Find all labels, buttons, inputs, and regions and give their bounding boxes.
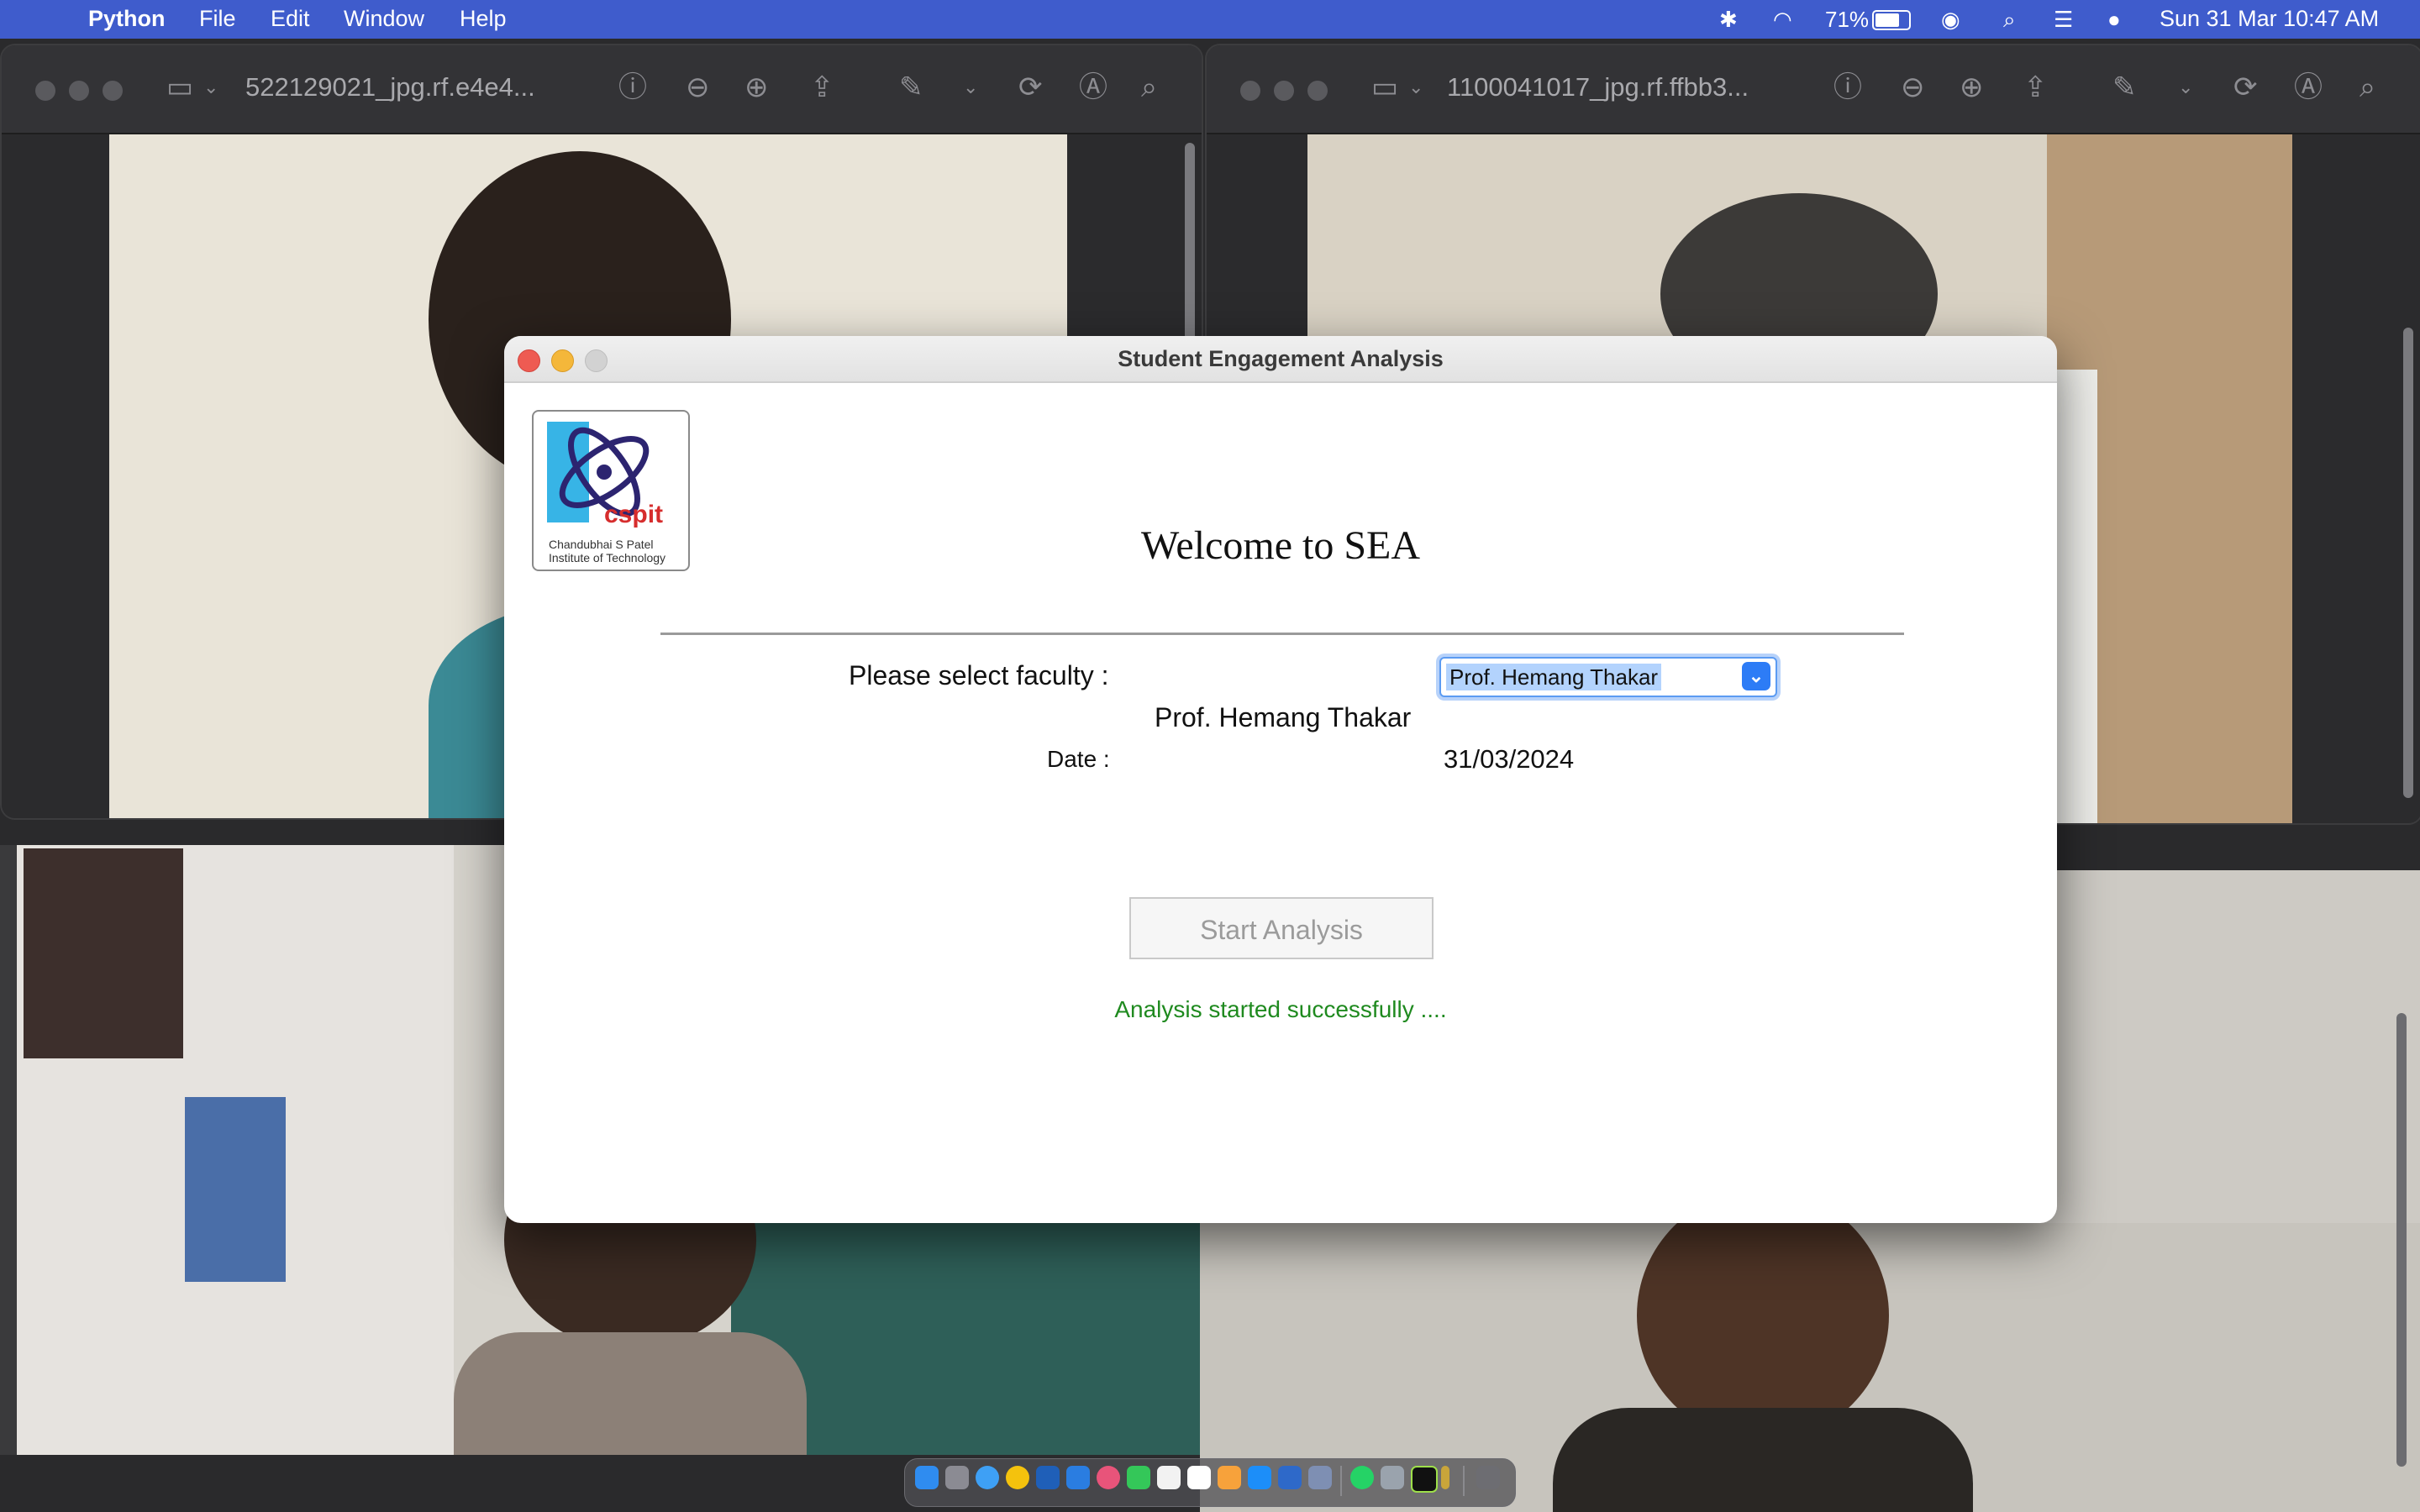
- student-engagement-dialog: Student Engagement Analysis cspit Chandu…: [504, 336, 2057, 1223]
- python-launcher-icon[interactable]: [1441, 1466, 1449, 1489]
- window-title: 1100041017_jpg.rf.ffbb3...: [1447, 72, 1749, 102]
- divider: [660, 633, 1904, 635]
- dialog-title: Student Engagement Analysis: [1118, 346, 1444, 371]
- dialog-title-bar: Student Engagement Analysis: [504, 336, 2057, 383]
- search-icon[interactable]: ⌕: [1141, 71, 1157, 104]
- markup-pen-icon[interactable]: ✎: [899, 71, 923, 104]
- sidebar-toggle-icon[interactable]: ▭: [1371, 71, 1398, 104]
- textedit-icon[interactable]: [1187, 1466, 1211, 1489]
- zoom-out-icon[interactable]: ⊖: [686, 71, 710, 104]
- pages-icon[interactable]: [1218, 1466, 1241, 1489]
- share-icon[interactable]: ⇪: [2023, 71, 2048, 104]
- dock: [904, 1458, 1516, 1507]
- zoom-in-icon[interactable]: ⊕: [744, 71, 769, 104]
- dock-divider: [1340, 1466, 1342, 1496]
- chevron-down-icon[interactable]: ⌄: [1742, 662, 1770, 690]
- whatsapp-icon[interactable]: [1350, 1466, 1374, 1489]
- vscode-icon[interactable]: [1278, 1466, 1302, 1489]
- markup-icon[interactable]: Ⓐ: [2294, 71, 2323, 104]
- minimize-button[interactable]: [69, 81, 89, 101]
- faculty-select-value: Prof. Hemang Thakar: [1446, 664, 1662, 690]
- faculty-select[interactable]: Prof. Hemang Thakar ⌄: [1439, 657, 1777, 697]
- headphones-icon[interactable]: ◠: [1773, 7, 1792, 33]
- start-analysis-button[interactable]: Start Analysis: [1129, 897, 1434, 959]
- chrome-icon[interactable]: [1006, 1466, 1029, 1489]
- zoom-button[interactable]: [103, 81, 123, 101]
- battery-percent: 71%: [1825, 7, 1870, 32]
- menu-app-name[interactable]: Python: [88, 6, 166, 32]
- rotate-icon[interactable]: ⟳: [2233, 71, 2258, 104]
- preview-toolbar: ▭ ⌄ 1100041017_jpg.rf.ffbb3... ⓘ ⊖ ⊕ ⇪ ✎…: [1207, 45, 2420, 134]
- menu-file[interactable]: File: [199, 6, 236, 32]
- zoom-out-icon[interactable]: ⊖: [1901, 71, 1925, 104]
- zoom-in-icon[interactable]: ⊕: [1960, 71, 1984, 104]
- markup-icon[interactable]: Ⓐ: [1079, 71, 1107, 104]
- selected-faculty-text: Prof. Hemang Thakar: [1155, 702, 1412, 732]
- menu-window[interactable]: Window: [344, 6, 424, 32]
- python-icon[interactable]: [1308, 1466, 1332, 1489]
- mail-icon[interactable]: [1066, 1466, 1090, 1489]
- info-icon[interactable]: ⓘ: [618, 71, 647, 104]
- finder-icon[interactable]: [915, 1466, 939, 1489]
- battery-icon[interactable]: [1872, 10, 1911, 30]
- launchpad-icon[interactable]: [945, 1466, 969, 1489]
- chevron-down-icon[interactable]: ⌄: [2178, 71, 2193, 104]
- clock[interactable]: Sun 31 Mar 10:47 AM: [2160, 6, 2379, 32]
- trash-icon[interactable]: [1476, 1466, 1500, 1489]
- markup-pen-icon[interactable]: ✎: [2112, 71, 2137, 104]
- chevron-down-icon[interactable]: ⌄: [203, 71, 218, 104]
- wifi-icon[interactable]: ◉: [1941, 7, 1960, 33]
- dock-divider: [1463, 1466, 1465, 1496]
- status-message: Analysis started successfully ....: [1114, 996, 1447, 1022]
- sidebar-toggle-icon[interactable]: ▭: [166, 71, 193, 104]
- app-store-icon[interactable]: [1248, 1466, 1271, 1489]
- safari-icon[interactable]: [976, 1466, 999, 1489]
- bluetooth-icon[interactable]: ✱: [1719, 7, 1738, 33]
- window-title: 522129021_jpg.rf.e4e4...: [245, 72, 535, 102]
- word-icon[interactable]: [1036, 1466, 1060, 1489]
- chevron-down-icon[interactable]: ⌄: [1408, 71, 1423, 104]
- photos-icon[interactable]: [1097, 1466, 1120, 1489]
- menu-help[interactable]: Help: [460, 6, 507, 32]
- menu-edit[interactable]: Edit: [271, 6, 310, 32]
- welcome-heading: Welcome to SEA: [1140, 523, 1421, 568]
- scrollbar[interactable]: [2403, 328, 2413, 798]
- facetime-icon[interactable]: [1127, 1466, 1150, 1489]
- date-label: Date :: [1047, 746, 1110, 772]
- preview-icon[interactable]: [1381, 1466, 1404, 1489]
- siri-icon[interactable]: ●: [2107, 7, 2121, 33]
- scrollbar[interactable]: [2396, 1013, 2407, 1467]
- close-button[interactable]: [1240, 81, 1260, 101]
- rotate-icon[interactable]: ⟳: [1018, 71, 1043, 104]
- search-icon[interactable]: ⌕: [2003, 7, 2016, 34]
- close-button[interactable]: [35, 81, 55, 101]
- control-center-icon[interactable]: ☰: [2054, 7, 2073, 33]
- faculty-label: Please select faculty :: [849, 660, 1109, 690]
- pycharm-icon[interactable]: [1411, 1466, 1438, 1493]
- chevron-down-icon[interactable]: ⌄: [963, 71, 978, 104]
- search-icon[interactable]: ⌕: [2360, 71, 2375, 104]
- menu-bar: Python File Edit Window Help ✱ ◠ 71% ◉ ⌕…: [0, 0, 2420, 39]
- minimize-button[interactable]: [1274, 81, 1294, 101]
- zoom-button[interactable]: [1307, 81, 1328, 101]
- notes-icon[interactable]: [1157, 1466, 1181, 1489]
- info-icon[interactable]: ⓘ: [1833, 71, 1862, 104]
- date-value: 31/03/2024: [1444, 744, 1575, 774]
- preview-toolbar: ▭ ⌄ 522129021_jpg.rf.e4e4... ⓘ ⊖ ⊕ ⇪ ✎ ⌄…: [2, 45, 1202, 134]
- share-icon[interactable]: ⇪: [810, 71, 834, 104]
